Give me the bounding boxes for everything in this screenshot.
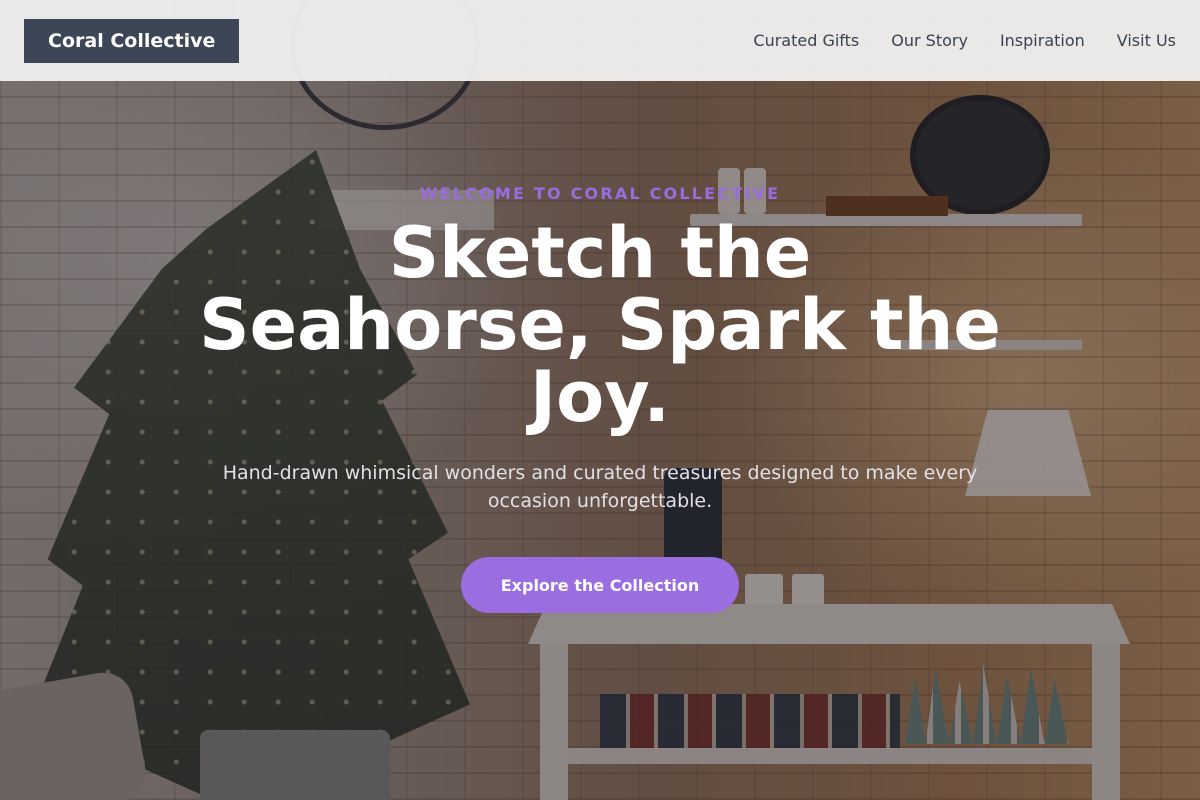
nav-link-our-story[interactable]: Our Story bbox=[891, 31, 968, 50]
hero-subtext: Hand-drawn whimsical wonders and curated… bbox=[222, 462, 978, 512]
main-nav: Curated Gifts Our Story Inspiration Visi… bbox=[753, 31, 1176, 50]
site-header: Coral Collective Curated Gifts Our Story… bbox=[0, 0, 1200, 81]
hero-eyebrow: WELCOME TO CORAL COLLECTIVE bbox=[419, 184, 781, 203]
hero-content: WELCOME TO CORAL COLLECTIVE Sketch the S… bbox=[0, 184, 1200, 613]
hero-headline: Sketch the Seahorse, Spark the Joy. bbox=[199, 212, 1001, 438]
nav-link-inspiration[interactable]: Inspiration bbox=[1000, 31, 1085, 50]
explore-collection-button[interactable]: Explore the Collection bbox=[461, 557, 739, 613]
nav-link-curated-gifts[interactable]: Curated Gifts bbox=[753, 31, 859, 50]
hero-section: WELCOME TO CORAL COLLECTIVE Sketch the S… bbox=[0, 0, 1200, 800]
nav-link-visit-us[interactable]: Visit Us bbox=[1117, 31, 1176, 50]
site-logo[interactable]: Coral Collective bbox=[24, 18, 240, 63]
